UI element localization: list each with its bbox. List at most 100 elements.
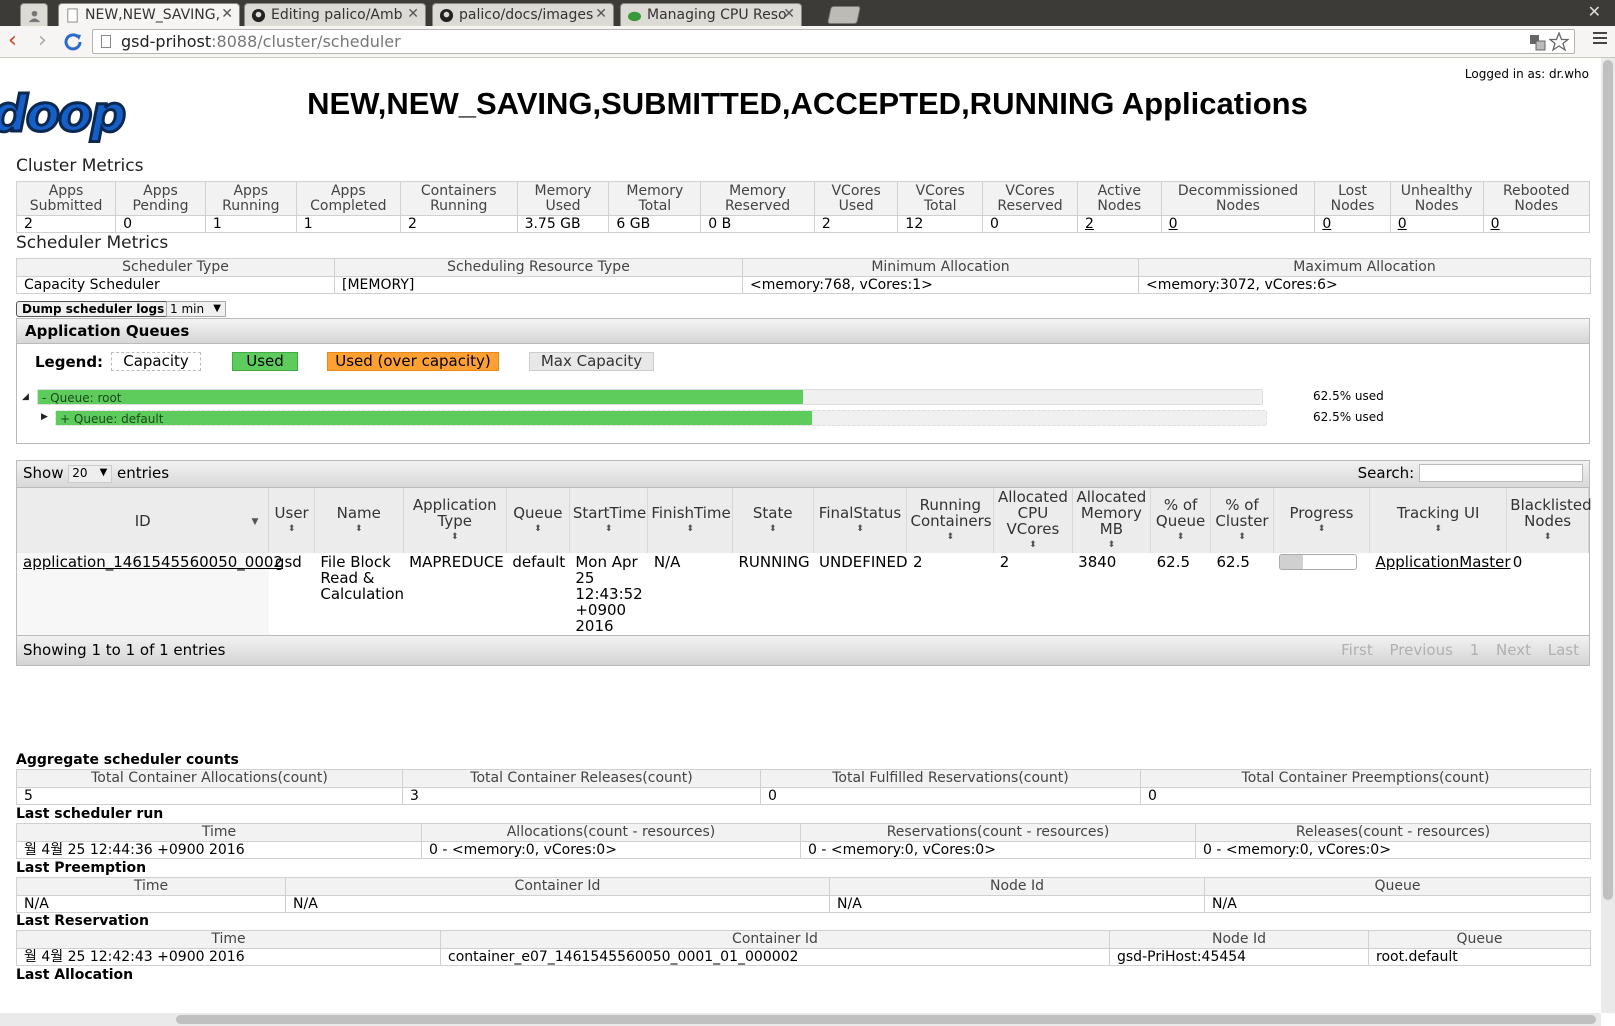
back-icon[interactable]: ‹ bbox=[8, 29, 17, 53]
sortable-col-header[interactable]: FinalStatus ⬍ bbox=[813, 488, 908, 553]
new-tab-button[interactable] bbox=[827, 6, 861, 24]
pager-first[interactable]: First bbox=[1341, 641, 1373, 659]
col-header: Container Id bbox=[440, 930, 1110, 949]
min-allocation-value: <memory:768, vCores:1> bbox=[742, 276, 1139, 294]
col-header-label: Allocated CPU VCores bbox=[998, 487, 1068, 538]
page-title: NEW,NEW_SAVING,SUBMITTED,ACCEPTED,RUNNIN… bbox=[307, 86, 1308, 121]
browser-tab-bar: NEW,NEW_SAVING, ✕ Editing palico/Amb ✕ p… bbox=[0, 0, 1615, 26]
col-header: Node Id bbox=[1109, 930, 1369, 949]
col-header: VCores Total bbox=[897, 181, 984, 216]
sortable-col-header[interactable]: Running Containers ⬍ bbox=[906, 488, 995, 553]
pager-previous[interactable]: Previous bbox=[1390, 641, 1453, 659]
node-count-link[interactable]: 0 bbox=[1491, 216, 1500, 232]
col-header: Reservations(count - resources) bbox=[800, 823, 1196, 842]
node-count-link[interactable]: 0 bbox=[1169, 216, 1178, 232]
expand-triangle-icon[interactable]: ▶ bbox=[41, 412, 48, 422]
tab-close-icon[interactable]: ✕ bbox=[407, 6, 419, 22]
col-header: Total Container Allocations(count) bbox=[16, 769, 403, 788]
sortable-col-header[interactable]: User ⬍ bbox=[268, 488, 315, 553]
hadoop-elephant-icon bbox=[627, 11, 642, 22]
sort-icon: ⬍ bbox=[1176, 531, 1185, 542]
col-header: Memory Reserved bbox=[700, 181, 815, 216]
reload-icon[interactable] bbox=[63, 32, 83, 52]
pager-next[interactable]: Next bbox=[1496, 641, 1531, 659]
sortable-col-header[interactable]: FinishTime ⬍ bbox=[647, 488, 733, 553]
col-header: Containers Running bbox=[399, 181, 518, 216]
pager-last[interactable]: Last bbox=[1548, 641, 1579, 659]
sortable-col-header[interactable]: ID ▼ bbox=[17, 488, 270, 553]
tab-close-icon[interactable]: ✕ bbox=[595, 6, 607, 22]
queue-root-name: Queue: root bbox=[50, 391, 122, 405]
browser-profile-tab[interactable] bbox=[20, 3, 48, 26]
node-count-link[interactable]: 0 bbox=[1398, 216, 1407, 232]
last-scheduler-run-title: Last scheduler run bbox=[16, 806, 164, 822]
queue-root-bar[interactable]: - Queue: root bbox=[37, 389, 1263, 405]
sortable-col-header[interactable]: Allocated CPU VCores ⬍ bbox=[993, 487, 1073, 553]
tab-palico-docs[interactable]: palico/docs/images ✕ bbox=[432, 3, 614, 26]
tab-editing-palico[interactable]: Editing palico/Amb ✕ bbox=[244, 3, 426, 26]
tab-managing-cpu[interactable]: Managing CPU Reso ✕ bbox=[620, 3, 802, 26]
app-progress-fill bbox=[1280, 555, 1304, 569]
collapse-triangle-icon[interactable]: ◢ bbox=[22, 392, 29, 402]
vertical-scrollbar[interactable] bbox=[1601, 58, 1615, 1013]
window-close-icon[interactable]: ✕ bbox=[1588, 2, 1601, 21]
cluster-metric-cell: 0 bbox=[1482, 215, 1591, 233]
page-content: doop Logged in as: dr.who NEW,NEW_SAVING… bbox=[0, 58, 1615, 1026]
address-bar[interactable]: gsd-prihost:8088/cluster/scheduler bbox=[92, 29, 1575, 54]
tracking-ui-link[interactable]: ApplicationMaster bbox=[1375, 553, 1510, 571]
cluster-metric-cell: 0 bbox=[1389, 215, 1484, 233]
pager-page-1[interactable]: 1 bbox=[1470, 641, 1480, 659]
horizontal-scroll-thumb[interactable] bbox=[176, 1015, 1596, 1024]
queue-default-bar[interactable]: + Queue: default bbox=[55, 410, 1267, 426]
horizontal-scrollbar[interactable] bbox=[0, 1013, 1601, 1026]
sortable-col-header[interactable]: Application Type ⬍ bbox=[403, 488, 507, 553]
col-header-label: Name bbox=[336, 503, 381, 522]
search-input[interactable] bbox=[1419, 464, 1583, 482]
sortable-col-header[interactable]: Queue ⬍ bbox=[506, 488, 570, 553]
app-queue: default bbox=[512, 553, 566, 571]
col-header: Rebooted Nodes bbox=[1482, 181, 1591, 216]
tab-scheduler[interactable]: NEW,NEW_SAVING, ✕ bbox=[58, 3, 240, 26]
sortable-col-header[interactable]: State ⬍ bbox=[732, 488, 814, 553]
sort-icon: ⬍ bbox=[946, 531, 955, 542]
node-count-link[interactable]: 0 bbox=[1322, 216, 1331, 232]
application-id-link[interactable]: application_1461545560050_0002 bbox=[23, 553, 283, 571]
dump-scheduler-logs-button[interactable]: Dump scheduler logs bbox=[16, 301, 171, 317]
app-running-containers: 2 bbox=[912, 553, 923, 571]
col-header: Unhealthy Nodes bbox=[1389, 181, 1484, 216]
sortable-col-header[interactable]: Allocated Memory MB ⬍ bbox=[1072, 488, 1152, 553]
tab-close-icon[interactable]: ✕ bbox=[221, 6, 233, 22]
queue-default-label: + Queue: default bbox=[60, 412, 163, 426]
cluster-metric-cell: 0 bbox=[1160, 215, 1316, 233]
sortable-col-header[interactable]: Blacklisted Nodes ⬍ bbox=[1506, 488, 1592, 553]
bookmark-star-icon[interactable] bbox=[1549, 32, 1569, 52]
sortable-col-header[interactable]: % of Cluster ⬍ bbox=[1210, 488, 1274, 553]
entries-per-page-value: 20 bbox=[72, 466, 88, 480]
app-blacklisted-nodes: 0 bbox=[1512, 553, 1523, 571]
dump-interval-value: 1 min bbox=[170, 302, 205, 316]
chevron-down-icon: ▼ bbox=[213, 303, 221, 314]
profile-icon bbox=[28, 10, 41, 23]
vertical-scroll-thumb[interactable] bbox=[1603, 60, 1613, 900]
col-header: Memory Used bbox=[516, 181, 610, 216]
dump-interval-select[interactable]: 1 min ▼ bbox=[166, 301, 226, 317]
cluster-metric-cell: 0 bbox=[115, 215, 206, 233]
sortable-col-header[interactable]: % of Queue ⬍ bbox=[1150, 488, 1211, 553]
app-pct-cluster: 62.5 bbox=[1216, 553, 1250, 571]
sort-icon: ⬍ bbox=[450, 531, 459, 542]
cluster-metric-cell: 2 bbox=[399, 215, 518, 233]
translate-icon[interactable] bbox=[1529, 34, 1546, 51]
col-header: Memory Total bbox=[608, 181, 702, 216]
cluster-metric-cell: 12 bbox=[897, 215, 984, 233]
application-queues-title: Application Queues bbox=[17, 319, 1589, 344]
queue-default-name: Queue: default bbox=[73, 412, 164, 426]
entries-per-page-select[interactable]: 20 ▼ bbox=[68, 465, 113, 483]
forward-icon[interactable]: › bbox=[38, 29, 47, 53]
sortable-col-header[interactable]: Progress ⬍ bbox=[1273, 488, 1370, 553]
sortable-col-header[interactable]: Name ⬍ bbox=[314, 488, 404, 553]
browser-menu-icon[interactable] bbox=[1593, 32, 1607, 47]
node-count-link[interactable]: 2 bbox=[1085, 216, 1094, 232]
sortable-col-header[interactable]: StartTime ⬍ bbox=[569, 488, 649, 553]
tab-close-icon[interactable]: ✕ bbox=[783, 6, 795, 22]
sortable-col-header[interactable]: Tracking UI ⬍ bbox=[1369, 488, 1508, 553]
